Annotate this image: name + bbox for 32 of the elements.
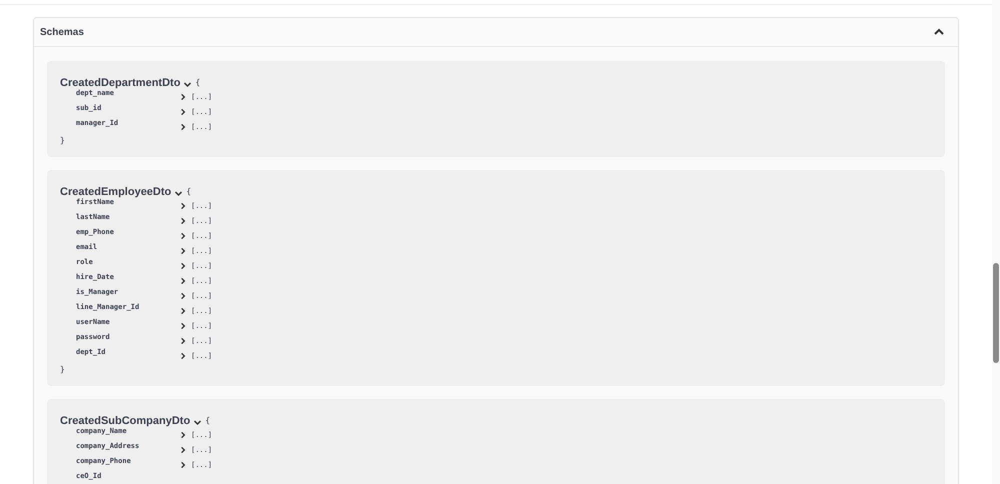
caret-icon[interactable] <box>174 188 184 198</box>
open-brace: { <box>195 77 200 89</box>
expand-icon[interactable] <box>179 93 187 101</box>
schema-name[interactable]: CreatedDepartmentDto <box>60 77 180 89</box>
expand-icon[interactable] <box>179 217 187 225</box>
expand-icon[interactable] <box>179 431 187 439</box>
expand-icon[interactable] <box>179 232 187 240</box>
expand-icon[interactable] <box>179 262 187 270</box>
caret-icon[interactable] <box>193 418 202 426</box>
expand-icon[interactable] <box>179 446 187 454</box>
expand-icon[interactable] <box>179 108 187 116</box>
open-brace: { <box>205 415 210 427</box>
scrollbar[interactable] <box>992 0 1000 484</box>
expand-icon[interactable] <box>179 352 187 360</box>
expand-icon[interactable] <box>179 247 187 255</box>
schema-name[interactable]: CreatedEmployeeDto <box>60 186 172 198</box>
expand-icon[interactable] <box>179 277 187 285</box>
close-brace: } <box>60 364 66 376</box>
expand-icon[interactable] <box>179 337 187 345</box>
expand-icon[interactable] <box>179 123 187 131</box>
expand-icon[interactable] <box>179 307 187 315</box>
expand-icon[interactable] <box>179 461 187 469</box>
section-title: Schemas <box>40 26 84 40</box>
close-brace: } <box>60 135 66 147</box>
schema-name[interactable]: CreatedSubCompanyDto <box>60 415 190 427</box>
scrollbar-thumb[interactable] <box>993 263 999 363</box>
open-brace: { <box>186 186 192 198</box>
expand-icon[interactable] <box>179 292 187 300</box>
expand-icon[interactable] <box>179 322 187 330</box>
caret-icon[interactable] <box>183 80 192 88</box>
section-header[interactable]: Schemas <box>34 18 958 47</box>
expand-icon[interactable] <box>179 202 187 210</box>
